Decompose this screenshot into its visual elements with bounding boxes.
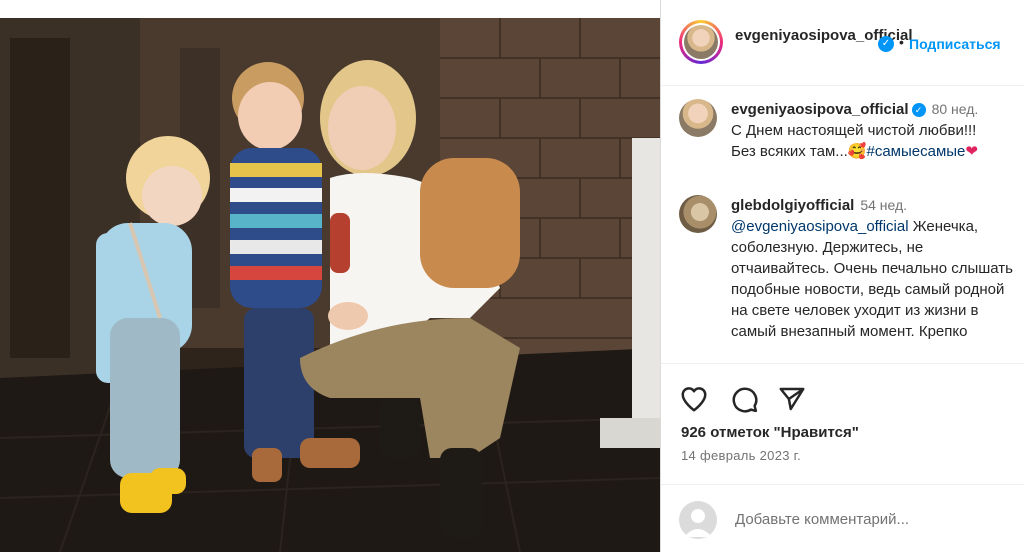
post-date[interactable]: 14 февраль 2023 г. [681,448,801,463]
follow-button[interactable]: Подписаться [909,36,1001,52]
mention-link[interactable]: @evgeniyaosipova_official [731,218,909,235]
post-side-panel: evgeniyaosipova_official ✓ • Подписаться… [660,0,1024,552]
comment-time[interactable]: 80 нед. [932,101,979,117]
comment-avatar[interactable] [679,195,717,233]
comment-avatar[interactable] [679,99,717,137]
post-header: evgeniyaosipova_official ✓ • Подписаться [661,0,1024,86]
comments-list[interactable]: evgeniyaosipova_official ✓ 80 нед. С Днем … [661,87,1024,363]
comment-icon[interactable] [729,384,759,414]
author-avatar[interactable] [679,20,723,64]
caption-comment: evgeniyaosipova_official ✓ 80 нед. С Днем … [731,99,1015,162]
current-user-avatar [679,501,717,539]
post-footer: 926 отметок "Нравится" 14 февраль 2023 г… [661,363,1024,552]
verified-icon: ✓ [911,103,926,117]
comment-username[interactable]: glebdolgiyofficial [731,197,854,214]
add-comment-input[interactable] [735,511,995,528]
separator-dot: • [899,34,904,50]
comment-time[interactable]: 54 нед. [860,197,907,213]
comment: glebdolgiyofficial 54 нед. @evgeniyaosipo… [731,195,1015,342]
smiling-face-emoji: 🥰 [847,143,867,160]
add-comment-bar [661,484,1024,553]
comment-username[interactable]: evgeniyaosipova_official [731,101,909,118]
share-icon[interactable] [777,384,807,414]
likes-count[interactable]: 926 отметок "Нравится" [681,424,859,441]
post-photo[interactable] [0,18,660,552]
comment-line: С Днем настоящей чистой любви!!! [731,122,977,139]
user-placeholder-icon [684,509,712,537]
red-heart-emoji: ❤ [965,143,978,160]
like-heart-icon[interactable] [679,384,709,414]
comment-text: Женечка, соболезную. Держитесь, не отчаи… [731,218,1013,340]
verified-icon: ✓ [878,36,894,52]
hashtag-link[interactable]: #самыесамые [866,143,965,160]
comment-line: Без всяких там... [731,143,848,160]
author-username[interactable]: evgeniyaosipova_official [735,26,913,46]
photo-illustration [0,18,660,552]
